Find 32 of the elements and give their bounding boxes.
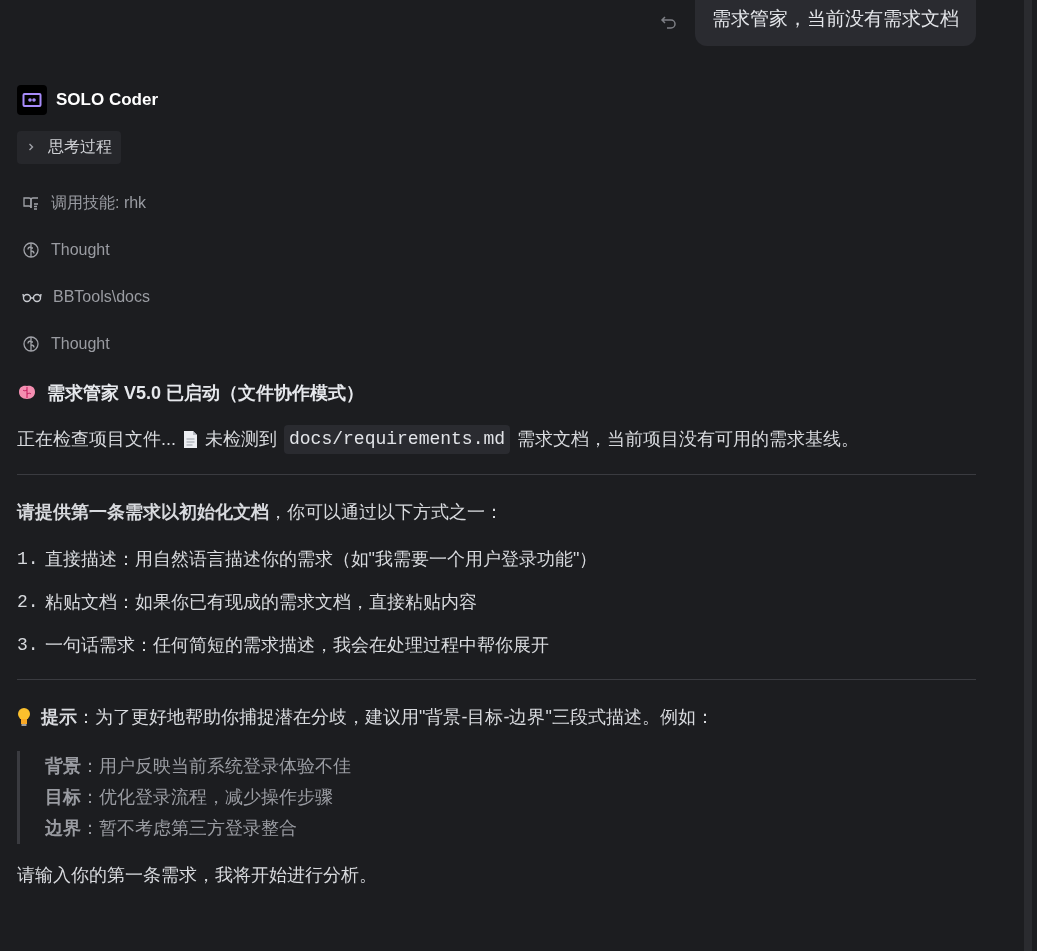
step-label: BBTools\docs (53, 286, 150, 307)
document-icon (183, 429, 198, 449)
tip-text: 提示：为了更好地帮助你捕捉潜在分歧，建议用"背景-目标-边界"三段式描述。例如： (41, 705, 714, 729)
step-label: Thought (51, 333, 110, 354)
step-label: 调用技能: rhk (51, 192, 147, 213)
undo-icon[interactable] (659, 13, 679, 32)
example-line: 边界：暂不考虑第三方登录整合 (45, 816, 298, 840)
brain-icon (22, 334, 40, 353)
lightbulb-icon (17, 707, 31, 727)
chevron-icon (26, 142, 36, 152)
list-number: 2. (17, 590, 39, 614)
list-number: 3. (17, 633, 39, 657)
brain-icon (17, 384, 37, 402)
list-item-text: 一句话需求：任何简短的需求描述，我会在处理过程中帮你展开 (44, 633, 549, 657)
example-line: 背景：用户反映当前系统登录体验不佳 (45, 754, 352, 778)
step-label: Thought (51, 239, 110, 260)
assistant-name: SOLO Coder (56, 88, 158, 111)
status-text: 未检测到 (205, 427, 277, 451)
list-number: 1. (17, 547, 39, 571)
prompt-text: 请提供第一条需求以初始化文档，你可以通过以下方式之一： (17, 500, 504, 524)
inline-code: docs/requirements.md (284, 424, 511, 454)
bot-icon (22, 91, 42, 108)
closing-text: 请输入你的第一条需求，我将开始进行分析。 (17, 863, 378, 887)
example-line: 目标：优化登录流程，减少操作步骤 (45, 785, 334, 809)
status-text: 正在检查项目文件... (17, 427, 176, 451)
heading: 需求管家 V5.0 已启动（文件协作模式） (47, 381, 365, 405)
user-message: 需求管家，当前没有需求文档 (695, 0, 976, 46)
list-item-text: 直接描述：用自然语言描述你的需求（如"我需要一个用户登录功能"） (44, 547, 598, 571)
thinking-toggle[interactable]: 思考过程 (17, 130, 121, 164)
status-text: 需求文档，当前项目没有可用的需求基线。 (517, 427, 860, 451)
list-item-text: 粘贴文档：如果你已有现成的需求文档，直接粘贴内容 (44, 590, 477, 614)
brain-icon (22, 240, 40, 259)
